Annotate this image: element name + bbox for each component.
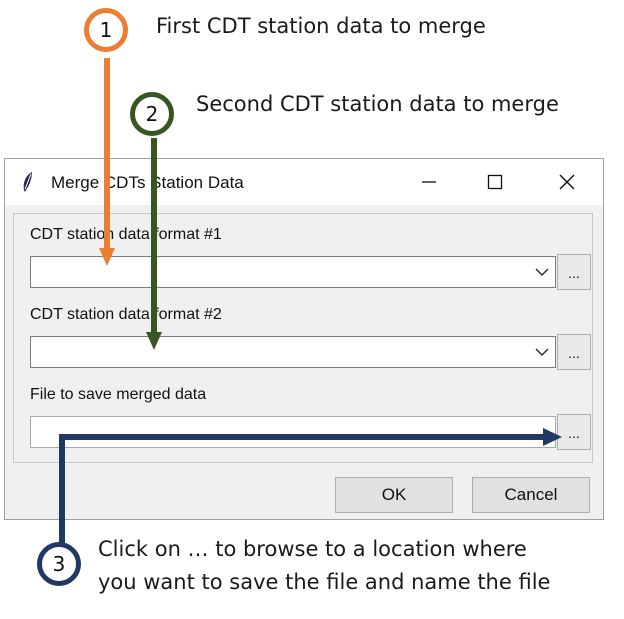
step2-badge: 2: [130, 92, 174, 136]
step3-badge: 3: [37, 542, 81, 586]
annotation-arrows: [59, 58, 562, 546]
step1-arrow: [99, 58, 115, 266]
step1-badge: 1: [84, 8, 128, 52]
step3-arrow: [59, 428, 562, 546]
step2-arrow: [146, 138, 162, 350]
